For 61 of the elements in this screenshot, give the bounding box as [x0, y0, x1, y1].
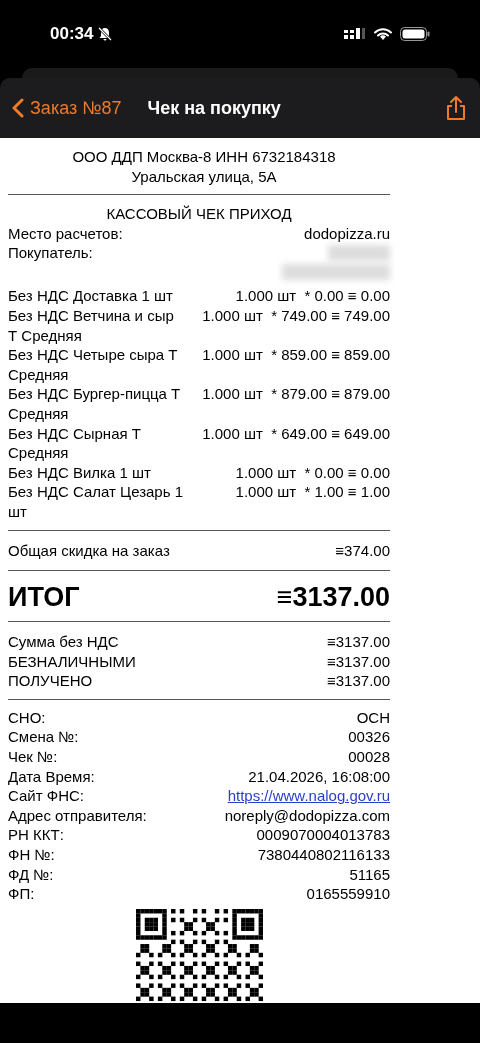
receipt-value: 00028 [348, 747, 390, 767]
receipt-label: Сайт ФНС: [8, 786, 84, 806]
item-name: Без НДС Ветчина и сыр Т Средняя [8, 305, 175, 346]
share-button[interactable] [446, 95, 466, 121]
item-name: Без НДС Четыре сыра Т Средняя [8, 345, 179, 385]
receipt-value: ≡374.00 [335, 540, 390, 561]
receipt-value: noreply@dodopizza.com [224, 805, 390, 826]
receipt-label: Место расчетов: [8, 223, 123, 244]
receipt-value: ≡3137.00 [327, 632, 390, 652]
receipt-value: dodopizza.ru [304, 223, 390, 244]
receipt-value: 7380440802116133 [257, 845, 390, 865]
item-name: Без НДС Вилка 1 шт [8, 462, 152, 483]
receipt-label: РН ККТ: [8, 825, 64, 846]
item-amount: 1.000 шт * 649.00 ≡ 649.00 [202, 423, 390, 444]
signal-icon [344, 28, 366, 40]
receipt-value: ОСН [356, 707, 390, 728]
receipt-value: ≡3137.00 [327, 671, 390, 691]
receipt-label: Чек №: [8, 747, 58, 767]
receipt-value: 21.04.2026, 16:08:00 [248, 766, 390, 787]
share-icon [446, 95, 466, 121]
item-name: Без НДС Бургер-пицца Т Средняя [8, 384, 182, 424]
redacted-text [328, 245, 390, 262]
item-amount: 1.000 шт * 1.00 ≡ 1.00 [235, 482, 390, 503]
receipt-label: Покупатель: [8, 243, 93, 264]
company-info: ООО ДДП Москва-8 ИНН 6732184318 [72, 147, 336, 167]
item-name: Без НДС Салат Цезарь 1 шт [8, 482, 184, 522]
item-name: Без НДС Доставка 1 шт [8, 286, 174, 306]
receipt-value: 0009070004013783 [256, 825, 390, 846]
wifi-icon [373, 27, 393, 41]
item-amount: 1.000 шт * 859.00 ≡ 859.00 [202, 345, 390, 366]
item-amount: 1.000 шт * 0.00 ≡ 0.00 [235, 286, 390, 306]
receipt-label: БЕЗНАЛИЧНЫМИ [8, 651, 136, 672]
receipt-value: 00326 [348, 727, 390, 748]
chevron-left-icon [12, 98, 24, 118]
battery-icon [400, 27, 430, 41]
receipt-label: Дата Время: [8, 766, 95, 787]
company-info: Уральская улица, 5А [131, 166, 277, 187]
receipt-value: ≡3137.00 [327, 651, 390, 672]
receipt-label: Сумма без НДС [8, 632, 119, 652]
item-amount: 1.000 шт * 749.00 ≡ 749.00 [202, 305, 390, 326]
item-amount: 1.000 шт * 879.00 ≡ 879.00 [202, 384, 390, 405]
receipt-label: СНО: [8, 707, 46, 728]
receipt-label: Адрес отправителя: [8, 805, 147, 826]
bell-slash-icon [97, 26, 114, 42]
back-button[interactable]: Заказ №87 [12, 94, 122, 122]
receipt-label: ПОЛУЧЕНО [8, 671, 93, 691]
receipt-value: 51165 [349, 864, 390, 885]
receipt-label: ИТОГ [8, 581, 80, 615]
receipt-label: ФН №: [8, 845, 55, 865]
item-amount: 1.000 шт * 0.00 ≡ 0.00 [235, 462, 390, 483]
receipt-value: ≡3137.00 [276, 581, 390, 615]
nav-title: Чек на покупку [147, 96, 281, 120]
receipt-value: 0165559910 [306, 884, 390, 904]
receipt-type: КАССОВЫЙ ЧЕК ПРИХОД [106, 204, 292, 224]
receipt-label: Смена №: [8, 727, 79, 748]
tax-site-link[interactable]: https://www.nalog.gov.ru [227, 786, 390, 806]
status-time: 00:34 [50, 23, 94, 46]
receipt-label: Общая скидка на заказ [8, 540, 170, 561]
item-name: Без НДС Сырная Т Средняя [8, 423, 142, 463]
receipt-label: ФП: [8, 884, 35, 904]
receipt-label: ФД №: [8, 864, 54, 885]
